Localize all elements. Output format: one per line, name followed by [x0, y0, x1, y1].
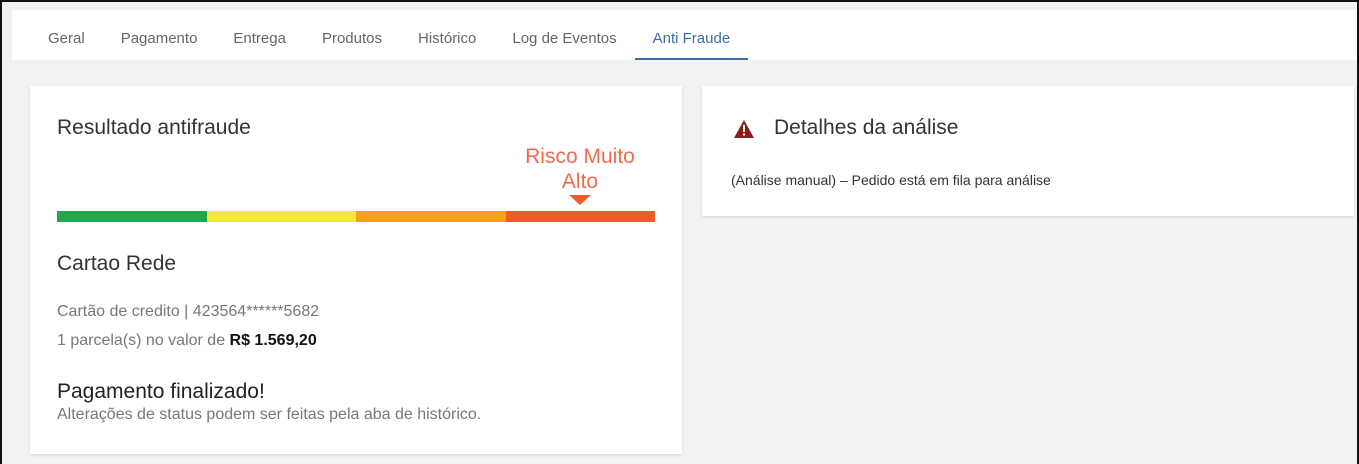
payment-status-subtitle: Alterações de status podem ser feitas pe… — [57, 406, 482, 423]
risk-segment-low — [57, 211, 207, 222]
installments-prefix: 1 parcela(s) no valor de — [57, 332, 230, 349]
installments-info: 1 parcela(s) no valor de R$ 1.569,20 — [57, 332, 317, 350]
tab-log-de-eventos[interactable]: Log de Eventos — [494, 10, 634, 60]
warning-icon — [734, 120, 754, 138]
risk-segment-very-high — [505, 211, 655, 222]
tab-entrega[interactable]: Entrega — [215, 10, 304, 60]
payment-method-name: Cartao Rede — [57, 252, 177, 275]
tab-bar: Geral Pagamento Entrega Produtos Históri… — [12, 10, 1357, 60]
order-window: Geral Pagamento Entrega Produtos Históri… — [0, 0, 1359, 464]
card-info: Cartão de credito | 423564******5682 — [57, 303, 320, 320]
analysis-details-text: (Análise manual) – Pedido está em fila p… — [731, 172, 1051, 188]
risk-segment-medium — [206, 211, 356, 222]
tab-pagamento[interactable]: Pagamento — [103, 10, 216, 60]
tab-historico[interactable]: Histórico — [400, 10, 494, 60]
tab-content: Resultado antifraude Risco Muito Alto Ca… — [12, 60, 1357, 464]
payment-status-title: Pagamento finalizado! — [57, 380, 265, 403]
tab-anti-fraude[interactable]: Anti Fraude — [634, 10, 749, 60]
risk-scale-bar — [57, 211, 655, 222]
analysis-details-title: Detalhes da análise — [774, 116, 959, 139]
analysis-details-card: Detalhes da análise (Análise manual) – P… — [702, 86, 1354, 216]
antifraud-result-title: Resultado antifraude — [57, 116, 251, 139]
risk-segment-high — [356, 211, 506, 222]
installments-value: R$ 1.569,20 — [229, 332, 317, 349]
antifraud-result-card: Resultado antifraude Risco Muito Alto Ca… — [30, 86, 682, 454]
tab-geral[interactable]: Geral — [12, 10, 103, 60]
tab-produtos[interactable]: Produtos — [304, 10, 400, 60]
risk-indicator-arrow-icon — [569, 195, 591, 205]
risk-label: Risco Muito Alto — [525, 145, 635, 193]
